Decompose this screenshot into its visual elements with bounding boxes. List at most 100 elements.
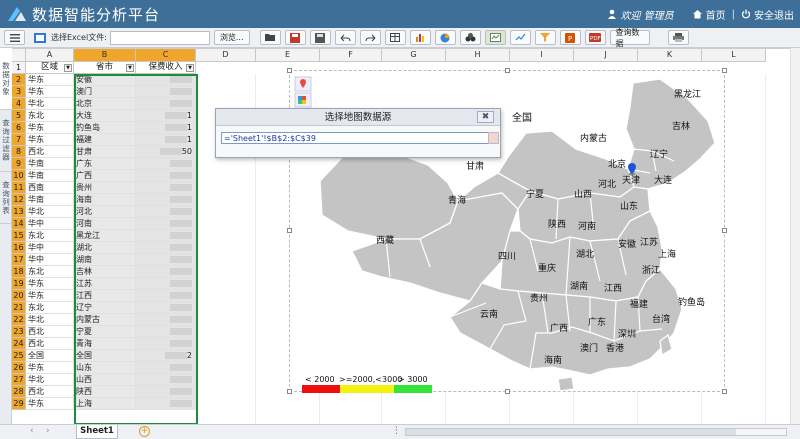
header-cell-premium[interactable]: 保费收入 ▼ xyxy=(136,62,196,74)
region-cell[interactable]: 华东 xyxy=(26,74,74,86)
province-cell[interactable]: 河南 xyxy=(74,218,136,230)
row-number[interactable]: 19 xyxy=(12,278,26,290)
row-number[interactable]: 24 xyxy=(12,338,26,350)
map-chart-button[interactable] xyxy=(484,30,506,45)
region-cell[interactable]: 华南 xyxy=(26,194,74,206)
row-number[interactable]: 20 xyxy=(12,290,26,302)
province-cell[interactable]: 内蒙古 xyxy=(74,314,136,326)
region-cell[interactable]: 华中 xyxy=(26,254,74,266)
scroll-thumb[interactable] xyxy=(406,429,736,435)
powerpoint-export-button[interactable]: P xyxy=(559,30,581,45)
province-cell[interactable]: 安徽 xyxy=(74,74,136,86)
province-cell[interactable]: 江苏 xyxy=(74,278,136,290)
province-cell[interactable]: 陕西 xyxy=(74,386,136,398)
region-cell[interactable]: 华东 xyxy=(26,398,74,410)
premium-cell[interactable] xyxy=(136,314,196,326)
premium-cell[interactable] xyxy=(136,254,196,266)
header-cell-province[interactable]: 省市 ▼ xyxy=(74,62,136,74)
column-header[interactable]: G xyxy=(382,49,446,62)
province-cell[interactable]: 海南 xyxy=(74,194,136,206)
column-header[interactable]: D xyxy=(196,49,256,62)
home-link[interactable]: 首页 xyxy=(692,7,726,22)
premium-cell[interactable] xyxy=(136,398,196,410)
horizontal-scrollbar[interactable] xyxy=(405,428,787,436)
row-number[interactable]: 26 xyxy=(12,362,26,374)
premium-cell[interactable] xyxy=(136,170,196,182)
province-cell[interactable]: 吉林 xyxy=(74,266,136,278)
province-cell[interactable]: 河北 xyxy=(74,206,136,218)
range-picker-icon[interactable] xyxy=(488,132,499,144)
excel-file-input[interactable] xyxy=(109,30,210,45)
region-cell[interactable]: 华中 xyxy=(26,242,74,254)
pdf-export-button[interactable]: PDF xyxy=(584,30,606,45)
column-header[interactable]: L xyxy=(702,49,766,62)
province-cell[interactable]: 辽宁 xyxy=(74,302,136,314)
column-header[interactable]: B xyxy=(74,49,136,62)
province-cell[interactable]: 福建 xyxy=(74,134,136,146)
region-cell[interactable]: 华东 xyxy=(26,134,74,146)
region-cell[interactable]: 华东 xyxy=(26,290,74,302)
premium-cell[interactable] xyxy=(136,386,196,398)
region-cell[interactable]: 东北 xyxy=(26,110,74,122)
filter-dropdown-icon[interactable]: ▼ xyxy=(126,64,134,72)
row-number[interactable]: 29 xyxy=(12,398,26,410)
row-number[interactable]: 17 xyxy=(12,254,26,266)
region-cell[interactable]: 西北 xyxy=(26,338,74,350)
print-button[interactable] xyxy=(667,30,689,45)
row-number[interactable]: 9 xyxy=(12,158,26,170)
row-number[interactable]: 16 xyxy=(12,242,26,254)
province-cell[interactable]: 山东 xyxy=(74,362,136,374)
sheet-tab-sheet1[interactable]: Sheet1 xyxy=(76,425,118,439)
column-header[interactable]: J xyxy=(574,49,638,62)
region-cell[interactable]: 华中 xyxy=(26,218,74,230)
row-number[interactable]: 21 xyxy=(12,302,26,314)
province-cell[interactable]: 江西 xyxy=(74,290,136,302)
province-cell[interactable]: 广西 xyxy=(74,170,136,182)
prev-sheet-icon[interactable]: ‹ xyxy=(30,426,34,436)
province-cell[interactable]: 澳门 xyxy=(74,86,136,98)
region-cell[interactable]: 华北 xyxy=(26,206,74,218)
location-marker-icon[interactable] xyxy=(628,163,636,176)
province-cell[interactable]: 青海 xyxy=(74,338,136,350)
pie-chart-button[interactable] xyxy=(434,30,456,45)
close-icon[interactable]: ✖ xyxy=(477,111,494,123)
open-button[interactable] xyxy=(259,30,281,45)
corner-cell[interactable] xyxy=(12,49,26,62)
province-cell[interactable]: 大连 xyxy=(74,110,136,122)
premium-cell[interactable] xyxy=(136,362,196,374)
premium-cell[interactable] xyxy=(136,158,196,170)
region-cell[interactable]: 东北 xyxy=(26,266,74,278)
tab-query-filter[interactable]: 查询过滤器 xyxy=(0,110,12,172)
premium-cell[interactable]: 2 xyxy=(136,350,196,362)
region-cell[interactable]: 西北 xyxy=(26,326,74,338)
row-number[interactable]: 10 xyxy=(12,170,26,182)
province-cell[interactable]: 上海 xyxy=(74,398,136,410)
row-number[interactable]: 27 xyxy=(12,374,26,386)
table-button[interactable] xyxy=(384,30,406,45)
region-cell[interactable]: 华南 xyxy=(26,170,74,182)
premium-cell[interactable]: 1 xyxy=(136,110,196,122)
region-cell[interactable]: 华东 xyxy=(26,278,74,290)
map-pin-tool-icon[interactable] xyxy=(294,76,312,92)
row-number[interactable]: 8 xyxy=(12,146,26,158)
row-number[interactable]: 12 xyxy=(12,194,26,206)
add-sheet-icon[interactable]: + xyxy=(139,426,150,437)
filter-dropdown-icon[interactable]: ▼ xyxy=(64,64,72,72)
row-number[interactable]: 1 xyxy=(12,62,26,74)
region-cell[interactable]: 华东 xyxy=(26,86,74,98)
filter-button[interactable] xyxy=(534,30,556,45)
province-cell[interactable]: 钓鱼岛 xyxy=(74,122,136,134)
premium-cell[interactable] xyxy=(136,86,196,98)
row-number[interactable]: 3 xyxy=(12,86,26,98)
premium-cell[interactable] xyxy=(136,194,196,206)
header-cell-region[interactable]: 区域 ▼ xyxy=(26,62,74,74)
province-cell[interactable]: 黑龙江 xyxy=(74,230,136,242)
column-header[interactable]: F xyxy=(320,49,382,62)
group-button[interactable] xyxy=(459,30,481,45)
column-header[interactable]: E xyxy=(256,49,320,62)
premium-cell[interactable]: 1 xyxy=(136,134,196,146)
query-data-button[interactable]: 查询数据 xyxy=(609,28,650,48)
premium-cell[interactable] xyxy=(136,206,196,218)
premium-cell[interactable] xyxy=(136,326,196,338)
premium-cell[interactable]: 50 xyxy=(136,146,196,158)
